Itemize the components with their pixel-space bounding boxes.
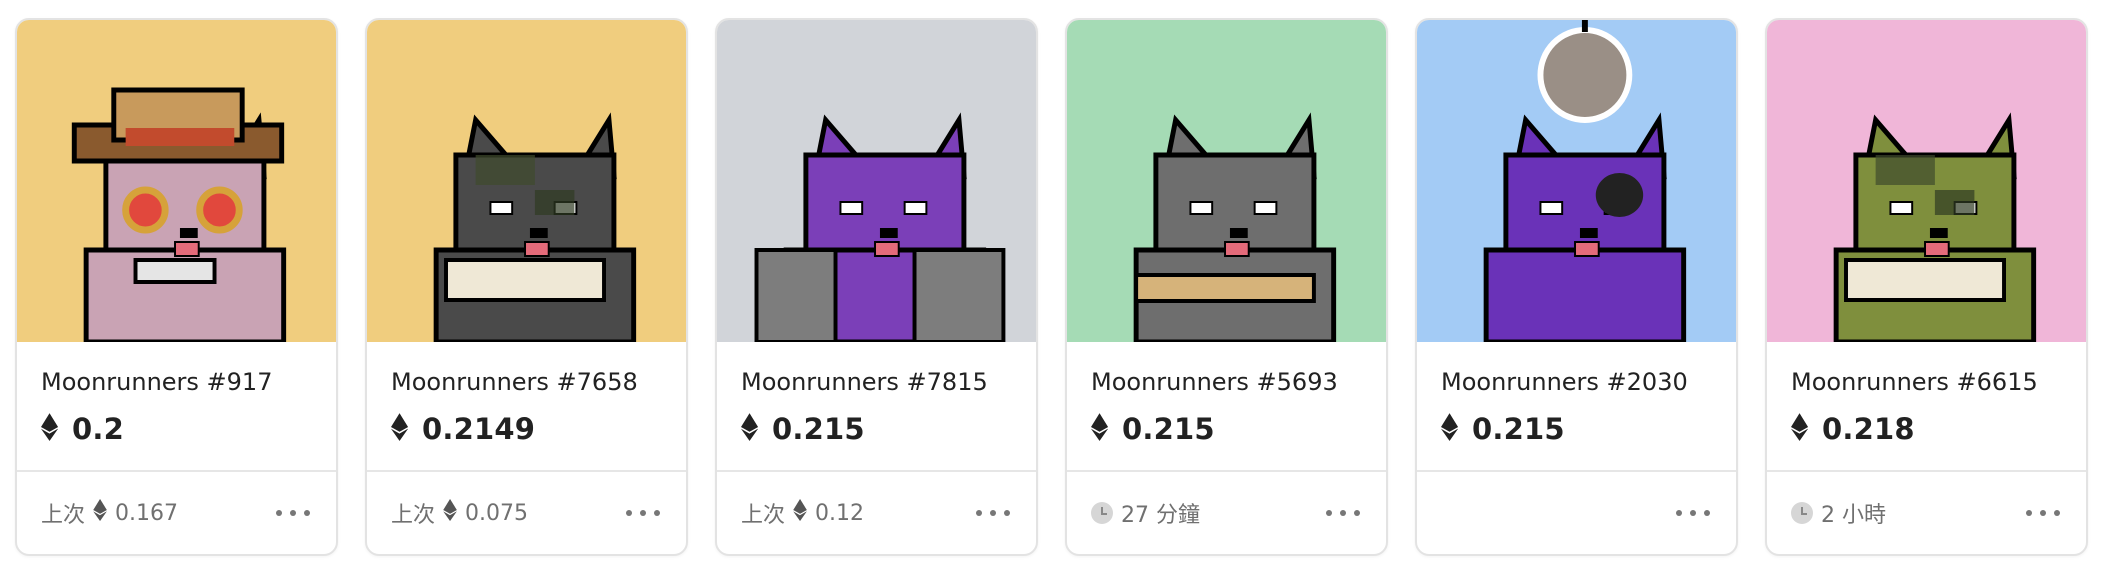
- more-icon-dot: [640, 510, 646, 516]
- card-info: Moonrunners #6615 0.218: [1767, 342, 2086, 470]
- more-options-button[interactable]: [276, 472, 310, 554]
- card-footer: 27 分鐘: [1067, 470, 1386, 554]
- price-row: 0.215: [1091, 412, 1215, 446]
- more-icon: [626, 510, 632, 516]
- nft-name[interactable]: Moonrunners #2030: [1441, 368, 1688, 396]
- last-sale-label: 上次: [391, 503, 436, 528]
- more-options-button[interactable]: [2026, 472, 2060, 554]
- clock-icon: [1791, 502, 1813, 524]
- card-info: Moonrunners #2030 0.215: [1417, 342, 1736, 470]
- last-sale: 上次 0.167: [41, 472, 178, 554]
- nft-card[interactable]: Moonrunners #7815 0.215 上次 0.12: [715, 18, 1038, 556]
- nft-card[interactable]: Moonrunners #917 0.2 上次 0.167: [15, 18, 338, 556]
- card-info: Moonrunners #917 0.2: [17, 342, 336, 470]
- nft-image[interactable]: [1767, 20, 2086, 342]
- nft-card-grid: Moonrunners #917 0.2 上次 0.167 Moonrunner…: [15, 18, 2088, 556]
- last-sale-label: 上次: [741, 503, 786, 528]
- price-value: 0.2: [72, 412, 124, 446]
- card-info: Moonrunners #5693 0.215: [1067, 342, 1386, 470]
- nft-name[interactable]: Moonrunners #5693: [1091, 368, 1338, 396]
- more-icon-dot: [304, 510, 310, 516]
- eth-icon: [793, 499, 807, 527]
- more-icon: [1676, 510, 1682, 516]
- nft-image[interactable]: [1067, 20, 1386, 342]
- price-row: 0.2149: [391, 412, 535, 446]
- nft-card[interactable]: Moonrunners #5693 0.215 27 分鐘: [1065, 18, 1388, 556]
- nft-image[interactable]: [717, 20, 1036, 342]
- price-value: 0.218: [1822, 412, 1915, 446]
- more-icon-dot: [2054, 510, 2060, 516]
- price-value: 0.215: [772, 412, 865, 446]
- more-icon-dot: [1690, 510, 1696, 516]
- more-options-button[interactable]: [626, 472, 660, 554]
- last-sale-label: 上次: [41, 503, 86, 528]
- last-sale: 上次 0.075: [391, 472, 528, 554]
- more-options-button[interactable]: [1326, 472, 1360, 554]
- card-footer: [1417, 470, 1736, 554]
- price-row: 0.215: [1441, 412, 1565, 446]
- last-sale-value: 0.12: [815, 500, 864, 526]
- more-icon: [976, 510, 982, 516]
- nft-name[interactable]: Moonrunners #6615: [1791, 368, 2038, 396]
- last-sale-value: 0.075: [465, 500, 528, 526]
- time-left: 27 分鐘: [1091, 472, 1200, 554]
- nft-card[interactable]: Moonrunners #2030 0.215: [1415, 18, 1738, 556]
- card-footer: 上次 0.075: [367, 470, 686, 554]
- eth-icon: [41, 413, 58, 445]
- more-options-button[interactable]: [976, 472, 1010, 554]
- nft-name[interactable]: Moonrunners #7658: [391, 368, 638, 396]
- clock-icon: [1091, 502, 1113, 524]
- time-left-value: 27 分鐘: [1121, 503, 1200, 528]
- card-footer: 上次 0.12: [717, 470, 1036, 554]
- nft-card[interactable]: Moonrunners #6615 0.218 2 小時: [1765, 18, 2088, 556]
- eth-icon: [741, 413, 758, 445]
- more-icon-dot: [1354, 510, 1360, 516]
- card-footer: 2 小時: [1767, 470, 2086, 554]
- eth-icon: [391, 413, 408, 445]
- time-left: 2 小時: [1791, 472, 1886, 554]
- last-sale-value: 0.167: [115, 500, 178, 526]
- price-row: 0.215: [741, 412, 865, 446]
- eth-icon: [1441, 413, 1458, 445]
- nft-image[interactable]: [367, 20, 686, 342]
- more-icon: [276, 510, 282, 516]
- nft-card[interactable]: Moonrunners #7658 0.2149 上次 0.075: [365, 18, 688, 556]
- nft-name[interactable]: Moonrunners #917: [41, 368, 272, 396]
- more-icon-dot: [1004, 510, 1010, 516]
- eth-icon: [93, 499, 107, 527]
- card-footer: 上次 0.167: [17, 470, 336, 554]
- nft-image[interactable]: [17, 20, 336, 342]
- last-sale: 上次 0.12: [741, 472, 864, 554]
- card-info: Moonrunners #7658 0.2149: [367, 342, 686, 470]
- more-options-button[interactable]: [1676, 472, 1710, 554]
- price-value: 0.215: [1122, 412, 1215, 446]
- time-left-value: 2 小時: [1821, 503, 1886, 528]
- more-icon-dot: [654, 510, 660, 516]
- more-icon-dot: [1340, 510, 1346, 516]
- price-row: 0.2: [41, 412, 124, 446]
- more-icon-dot: [990, 510, 996, 516]
- more-icon-dot: [290, 510, 296, 516]
- price-value: 0.215: [1472, 412, 1565, 446]
- more-icon: [1326, 510, 1332, 516]
- eth-icon: [1791, 413, 1808, 445]
- price-row: 0.218: [1791, 412, 1915, 446]
- more-icon: [2026, 510, 2032, 516]
- nft-image[interactable]: [1417, 20, 1736, 342]
- nft-name[interactable]: Moonrunners #7815: [741, 368, 988, 396]
- eth-icon: [443, 499, 457, 527]
- more-icon-dot: [2040, 510, 2046, 516]
- more-icon-dot: [1704, 510, 1710, 516]
- eth-icon: [1091, 413, 1108, 445]
- card-info: Moonrunners #7815 0.215: [717, 342, 1036, 470]
- price-value: 0.2149: [422, 412, 536, 446]
